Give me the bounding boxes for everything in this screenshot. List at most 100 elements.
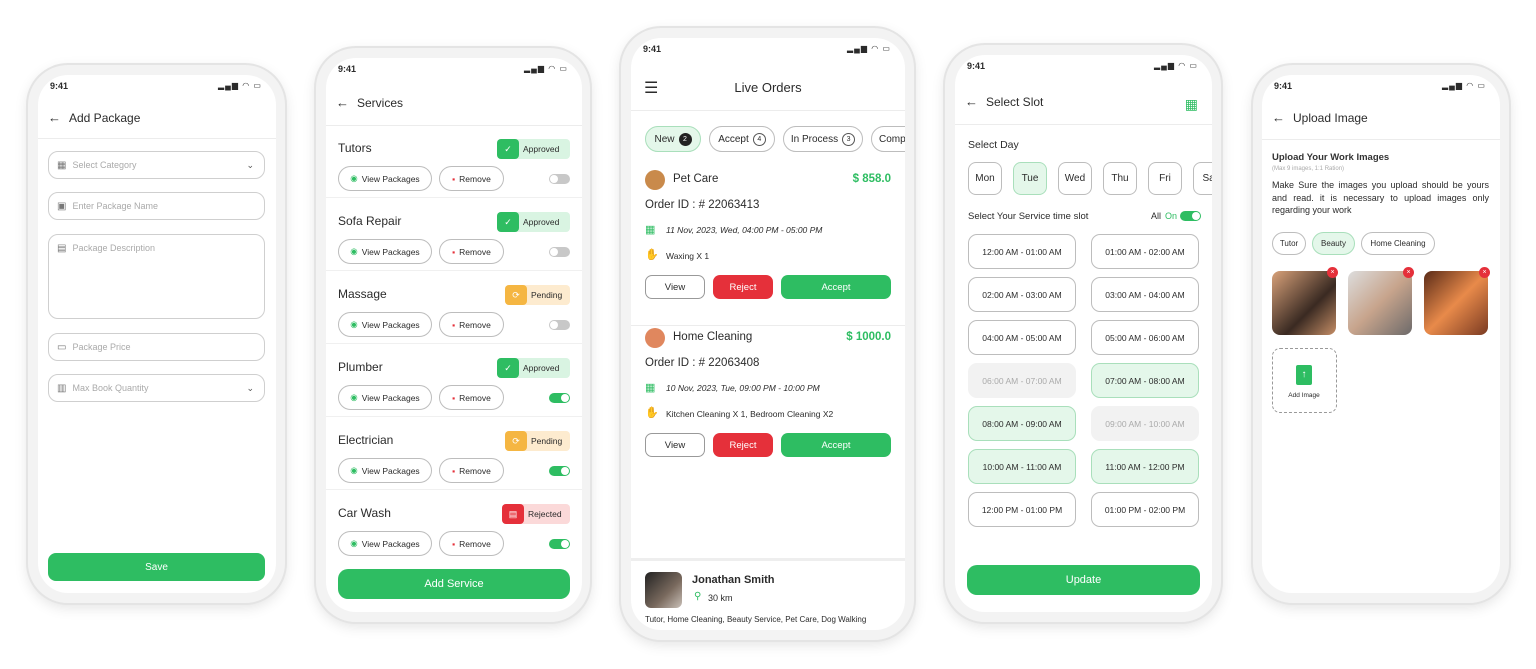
service-toggle[interactable] xyxy=(549,247,570,257)
back-arrow-icon[interactable]: ← xyxy=(48,110,61,125)
reject-button[interactable]: Reject xyxy=(713,433,773,457)
category-chip-home-cleaning[interactable]: Home Cleaning xyxy=(1361,232,1435,255)
back-arrow-icon[interactable]: ← xyxy=(965,94,978,109)
status-badge-pending: ⟳ Pending xyxy=(505,431,570,451)
header-divider xyxy=(38,138,276,139)
day-thu[interactable]: Thu xyxy=(1103,162,1137,195)
field-max-book-quantity[interactable]: ▥ Max Book Quantity ⌄ xyxy=(48,374,265,402)
chevron-down-icon: ⌄ xyxy=(246,159,254,170)
approved-icon: ✓ xyxy=(497,139,519,159)
day-mon[interactable]: Mon xyxy=(968,162,1002,195)
time-slot[interactable]: 12:00 PM - 01:00 PM xyxy=(968,492,1076,527)
accept-button[interactable]: Accept xyxy=(781,433,891,457)
time-slot[interactable]: 10:00 AM - 11:00 AM xyxy=(968,449,1076,484)
time-slot[interactable]: 01:00 AM - 02:00 AM xyxy=(1091,234,1199,269)
service-name: Home Cleaning xyxy=(673,331,753,343)
remove-image-icon[interactable]: × xyxy=(1403,267,1414,278)
back-arrow-icon[interactable]: ← xyxy=(336,95,349,110)
order-datetime: 11 Nov, 2023, Wed, 04:00 PM - 05:00 PM xyxy=(666,225,823,235)
grid-view-icon[interactable]: ▦ xyxy=(1185,96,1198,113)
day-fri[interactable]: Fri xyxy=(1148,162,1182,195)
time-slot[interactable]: 11:00 AM - 12:00 PM xyxy=(1091,449,1199,484)
reject-button[interactable]: Reject xyxy=(713,275,773,299)
service-toggle[interactable] xyxy=(549,539,570,549)
view-packages-button[interactable]: ◉ View Packages xyxy=(338,531,432,556)
status-badge-rejected: ▤ Rejected xyxy=(502,504,570,524)
service-toggle[interactable] xyxy=(549,393,570,403)
view-packages-button[interactable]: ◉ View Packages xyxy=(338,458,432,483)
phone-add-package: 9:41 ▂▄▆ ◠ ▭ ← Add Package ▦ Select Category ⌄… xyxy=(28,65,285,603)
tab-comp[interactable]: Comp xyxy=(871,126,905,152)
accept-button[interactable]: Accept xyxy=(781,275,891,299)
face-portrait-photo xyxy=(1424,271,1488,335)
trash-icon: ▪ xyxy=(452,538,456,549)
trash-icon: ▪ xyxy=(452,246,456,257)
facial-treatment-photo xyxy=(1348,271,1412,335)
service-name: Pet Care xyxy=(673,173,719,185)
trash-icon: ▪ xyxy=(452,173,456,184)
field-select-category[interactable]: ▦ Select Category ⌄ xyxy=(48,151,265,179)
tab-label: Comp xyxy=(879,133,905,145)
service-hand-icon: ✋ xyxy=(645,249,659,261)
service-toggle[interactable] xyxy=(549,320,570,330)
field-package-price[interactable]: ▭ Package Price xyxy=(48,333,265,361)
add-image-button[interactable]: ↑ Add Image xyxy=(1272,348,1337,413)
back-arrow-icon[interactable]: ← xyxy=(1272,110,1285,125)
remove-button[interactable]: ▪ Remove xyxy=(439,239,504,264)
remove-button[interactable]: ▪ Remove xyxy=(439,531,504,556)
time-slot[interactable]: 12:00 AM - 01:00 AM xyxy=(968,234,1076,269)
remove-button[interactable]: ▪ Remove xyxy=(439,166,504,191)
remove-button[interactable]: ▪ Remove xyxy=(439,385,504,410)
view-button[interactable]: View xyxy=(645,433,705,457)
section-divider xyxy=(631,558,905,561)
save-button[interactable]: Save xyxy=(48,553,265,581)
day-wed[interactable]: Wed xyxy=(1058,162,1092,195)
time-slot[interactable]: 04:00 AM - 05:00 AM xyxy=(968,320,1076,355)
toggle-knob xyxy=(561,394,569,402)
time-slot[interactable]: 07:00 AM - 08:00 AM xyxy=(1091,363,1199,398)
update-button[interactable]: Update xyxy=(967,565,1200,595)
time-slot[interactable]: 08:00 AM - 09:00 AM xyxy=(968,406,1076,441)
signal-wifi-battery-icons: ▂▄▆ ◠ ▭ xyxy=(218,81,262,90)
phone-live-orders: 9:41 ▂▄▆ ◠ ▭ ☰ Live Orders New 2 Accept 4 In Pro… xyxy=(621,28,914,640)
day-tue[interactable]: Tue xyxy=(1013,162,1047,195)
service-name: Electrician xyxy=(338,433,394,447)
remove-image-icon[interactable]: × xyxy=(1479,267,1490,278)
all-slots-toggle[interactable] xyxy=(1180,211,1201,221)
tab-accept[interactable]: Accept 4 xyxy=(709,126,775,152)
document-icon: ▤ xyxy=(57,243,67,254)
category-chip-beauty[interactable]: Beauty xyxy=(1312,232,1355,255)
order-items: Waxing X 1 xyxy=(666,251,710,261)
tab-label: New xyxy=(654,133,675,145)
time-slot[interactable]: 03:00 AM - 04:00 AM xyxy=(1091,277,1199,312)
time-slot[interactable]: 01:00 PM - 02:00 PM xyxy=(1091,492,1199,527)
field-placeholder: Enter Package Name xyxy=(72,201,158,211)
page-title: Upload Image xyxy=(1293,110,1368,125)
time-slot[interactable]: 02:00 AM - 03:00 AM xyxy=(968,277,1076,312)
add-service-button[interactable]: Add Service xyxy=(338,569,570,599)
trash-icon: ▪ xyxy=(452,319,456,330)
field-enter-package-name[interactable]: ▣ Enter Package Name xyxy=(48,192,265,220)
day-sat[interactable]: Sat xyxy=(1193,162,1212,195)
time-slot[interactable]: 05:00 AM - 06:00 AM xyxy=(1091,320,1199,355)
view-button[interactable]: View xyxy=(645,275,705,299)
view-packages-button[interactable]: ◉ View Packages xyxy=(338,312,432,337)
view-packages-button[interactable]: ◉ View Packages xyxy=(338,239,432,264)
view-packages-button[interactable]: ◉ View Packages xyxy=(338,385,432,410)
signal-wifi-battery-icons: ▂▄▆ ◠ ▭ xyxy=(524,64,568,73)
service-toggle[interactable] xyxy=(549,174,570,184)
rejected-icon: ▤ xyxy=(502,504,524,524)
add-package-header: ← Add Package xyxy=(48,110,140,125)
category-chip-tutor[interactable]: Tutor xyxy=(1272,232,1306,255)
remove-button[interactable]: ▪ Remove xyxy=(439,312,504,337)
remove-button[interactable]: ▪ Remove xyxy=(439,458,504,483)
eye-icon: ◉ xyxy=(350,538,358,548)
status-text: Approved xyxy=(523,363,560,373)
field-package-description[interactable]: ▤ Package Description xyxy=(48,234,265,319)
service-toggle[interactable] xyxy=(549,466,570,476)
tab-new[interactable]: New 2 xyxy=(645,126,701,152)
tab-in-process[interactable]: In Process 3 xyxy=(783,126,863,152)
remove-image-icon[interactable]: × xyxy=(1327,267,1338,278)
upload-hint: (Max 9 images, 1:1 Ration) xyxy=(1272,166,1345,172)
view-packages-button[interactable]: ◉ View Packages xyxy=(338,166,432,191)
